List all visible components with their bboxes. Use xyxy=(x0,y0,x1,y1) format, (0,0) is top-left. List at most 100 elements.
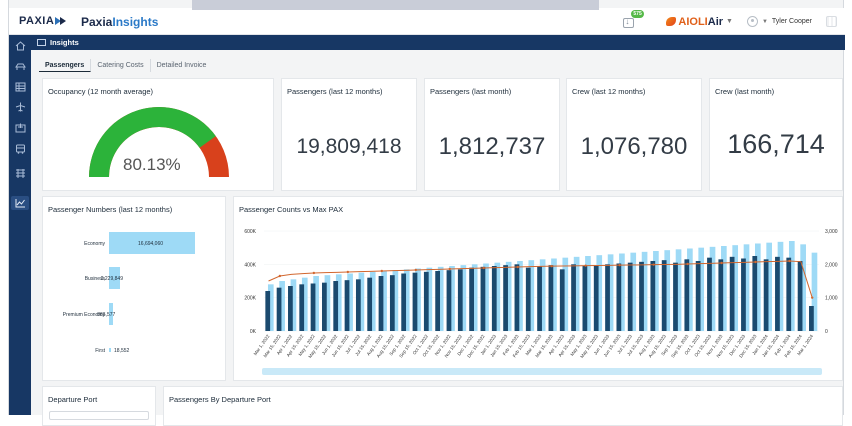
passenger-count-bar xyxy=(355,279,361,331)
occupancy-card: Occupancy (12 month average) 80.13% xyxy=(42,78,274,191)
passenger-count-bar xyxy=(265,291,271,331)
section-title: Insights xyxy=(50,38,79,47)
passenger-count-bar xyxy=(276,287,282,331)
airline-selector[interactable]: AIOLI Air ▼ xyxy=(666,16,733,28)
crew-12m-title: Crew (last 12 months) xyxy=(572,87,646,96)
y-tick-right: 1,000 xyxy=(825,296,838,302)
home-icon[interactable] xyxy=(13,39,27,53)
passenger-count-bar xyxy=(797,261,803,331)
crew-last-month-value: 166,714 xyxy=(727,129,825,159)
class-label: Premium Economy xyxy=(62,312,105,318)
bus-icon[interactable] xyxy=(13,142,27,156)
crew-last-month-card: Crew (last month) 166,714 xyxy=(709,78,843,191)
crew-line-point xyxy=(720,261,723,265)
passenger-count-bar xyxy=(299,284,305,331)
pax-12m-title: Passengers (last 12 months) xyxy=(287,87,383,96)
app-title-suffix: Insights xyxy=(112,15,159,29)
crew-12m-value: 1,076,780 xyxy=(580,133,688,160)
passenger-count-bar xyxy=(412,272,418,331)
list-icon[interactable] xyxy=(13,80,27,94)
passenger-count-bar xyxy=(367,277,373,331)
occupancy-value: 80.13% xyxy=(123,155,181,174)
passenger-count-bar xyxy=(616,263,622,331)
insights-chart-icon[interactable] xyxy=(11,196,29,210)
y-tick-right: 3,000 xyxy=(825,229,838,235)
passenger-count-bar xyxy=(809,306,814,331)
pax-last-month-title: Passengers (last month) xyxy=(430,87,512,96)
passenger-count-bar xyxy=(469,267,474,331)
class-value: 2,229,849 xyxy=(100,276,123,282)
tab-catering-costs[interactable]: Catering Costs xyxy=(91,59,151,72)
crew-line-point xyxy=(652,263,655,266)
report-icon[interactable] xyxy=(13,166,27,180)
y-tick-left: 400K xyxy=(244,262,256,268)
y-tick-right: 0 xyxy=(825,329,828,335)
passenger-count-bar xyxy=(582,266,588,331)
passenger-count-bar xyxy=(752,256,758,331)
pax-12m-value: 19,809,418 xyxy=(296,135,402,158)
departure-port-filter[interactable] xyxy=(49,411,149,420)
app-title: PaxiaInsights xyxy=(81,15,158,29)
crew-line-point xyxy=(516,265,519,269)
tab-detailed-invoice[interactable]: Detailed Invoice xyxy=(151,59,213,72)
user-menu[interactable]: ▼ Tyler Cooper xyxy=(746,16,812,27)
class-label: Economy xyxy=(84,241,105,247)
plane-box-icon[interactable] xyxy=(13,121,27,135)
passenger-count-bar xyxy=(401,273,407,331)
chevron-down-icon: ▼ xyxy=(726,18,733,25)
class-value: 18,552 xyxy=(114,348,130,354)
passenger-count-bar xyxy=(741,258,746,331)
crew-line-point xyxy=(448,267,451,271)
class-value: 866,577 xyxy=(97,312,116,318)
download-arrow-icon: ↓ xyxy=(625,16,630,26)
passenger-count-bar xyxy=(435,271,441,331)
passenger-count-bar xyxy=(593,265,599,331)
departure-port-title: Departure Port xyxy=(48,395,98,404)
crew-line-point xyxy=(811,296,814,299)
chart-scrollbar[interactable] xyxy=(262,368,822,375)
y-tick-right: 2,000 xyxy=(825,262,838,268)
departure-port-card: Departure Port xyxy=(42,386,156,426)
plane-icon[interactable] xyxy=(13,100,27,114)
crew-line-point xyxy=(482,266,485,270)
passenger-numbers-card: Passenger Numbers (last 12 months) Econo… xyxy=(42,196,226,381)
passenger-count-bar xyxy=(344,280,350,331)
brand-name: PAXIA xyxy=(19,15,55,27)
crew-line-point xyxy=(346,270,350,274)
class-bar xyxy=(109,348,111,352)
counts-vs-max-card: Passenger Counts vs Max PAX 600K 400K 200K… xyxy=(233,196,843,381)
window-top-strip xyxy=(192,0,599,10)
passenger-count-bar xyxy=(559,269,565,331)
chevron-down-icon: ▼ xyxy=(761,18,768,25)
passenger-count-bar xyxy=(707,257,712,331)
avatar xyxy=(746,16,758,27)
tab-bar: Passengers Catering Costs Detailed Invoi… xyxy=(39,59,212,72)
y-tick-left: 0K xyxy=(250,329,257,335)
passenger-count-bar xyxy=(571,264,576,331)
crew-line-point xyxy=(414,268,417,272)
passenger-count-bar xyxy=(321,282,327,331)
brand-mark-icon xyxy=(55,16,67,26)
counts-vs-max-chart: 600K400K200K0K3,0002,0001,0000Mar 1, 202… xyxy=(244,229,838,359)
plane-side-icon[interactable] xyxy=(13,59,27,73)
topbar-right: ↓ 575 AIOLI Air ▼ ▼ Tyler Cooper xyxy=(622,8,845,35)
passenger-count-bar xyxy=(503,265,508,331)
downloads-button[interactable]: ↓ 575 xyxy=(622,9,644,29)
y-tick-left: 600K xyxy=(244,229,256,235)
pax-by-port-card: Passengers By Departure Port xyxy=(163,386,843,426)
passenger-count-bar xyxy=(288,286,293,331)
downloads-badge: 575 xyxy=(631,9,644,18)
passenger-count-bar xyxy=(378,276,384,331)
crew-line-point xyxy=(788,259,791,263)
passenger-count-bar xyxy=(661,260,667,331)
apps-grid-icon[interactable] xyxy=(826,16,837,27)
top-bar: PAXIA PaxiaInsights ↓ 575 AIOLI Air ▼ ▼ T… xyxy=(9,8,845,35)
brand-logo[interactable]: PAXIA xyxy=(19,15,67,27)
app-title-prefix: Paxia xyxy=(81,15,113,29)
crew-line-point xyxy=(380,269,383,273)
tab-passengers[interactable]: Passengers xyxy=(39,59,92,72)
passenger-count-bar xyxy=(423,271,429,331)
crew-line-point xyxy=(754,260,757,264)
pax-last-month-card: Passengers (last month) 1,812,737 xyxy=(424,78,560,191)
app-window: PAXIA PaxiaInsights ↓ 575 AIOLI Air ▼ ▼ T… xyxy=(8,0,845,426)
